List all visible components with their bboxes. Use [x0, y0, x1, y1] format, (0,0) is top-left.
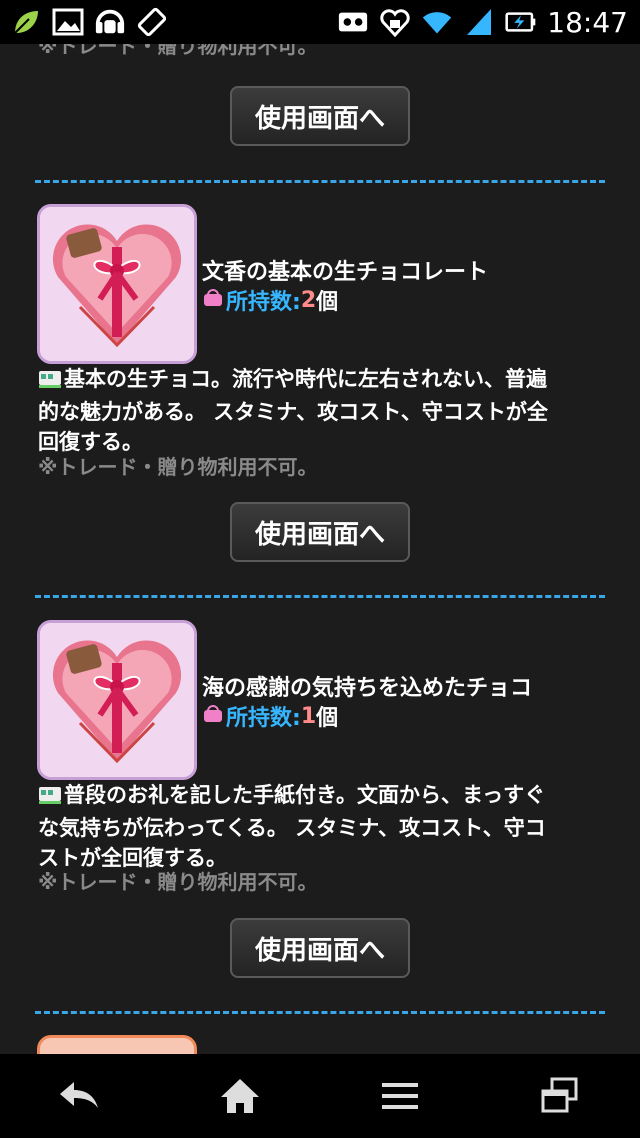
- status-bar: 18:47: [0, 0, 640, 44]
- home-button[interactable]: [200, 1066, 280, 1126]
- recent-apps-icon: [541, 1077, 578, 1113]
- leaf-icon: [10, 6, 42, 38]
- train-icon: [38, 367, 62, 397]
- use-screen-button[interactable]: 使用画面へ: [230, 918, 410, 978]
- image-icon: [52, 6, 84, 38]
- chocolate-box-image[interactable]: [37, 204, 197, 364]
- use-screen-button[interactable]: 使用画面へ: [230, 502, 410, 562]
- item-note: ※トレード・贈り物利用不可。: [38, 455, 318, 479]
- navigation-bar: [0, 1054, 640, 1138]
- battery-charging-icon: [505, 6, 537, 38]
- owned-count: 所持数: 1 個: [202, 700, 338, 732]
- menu-icon: [382, 1083, 418, 1109]
- item-note: ※トレード・贈り物利用不可。: [38, 870, 318, 894]
- bag-icon: [202, 286, 224, 314]
- recent-apps-button[interactable]: [520, 1066, 600, 1126]
- wifi-icon: [421, 6, 453, 38]
- item-description: 基本の生チョコ。流行や時代に左右されない、普遍 的な魅力がある。 スタミナ、攻コ…: [38, 364, 608, 457]
- owned-number: 1: [300, 703, 317, 729]
- back-button[interactable]: [40, 1066, 120, 1126]
- owned-unit: 個: [316, 706, 339, 731]
- divider: [35, 595, 605, 598]
- item-name: 海の感謝の気持ちを込めたチョコ: [202, 676, 533, 701]
- screen-rotation-icon: [136, 6, 168, 38]
- next-item-image[interactable]: [37, 1035, 197, 1054]
- owned-count: 所持数: 2 個: [202, 284, 338, 316]
- description-line: 基本の生チョコ。流行や時代に左右されない、普遍: [64, 367, 547, 391]
- owned-number: 2: [300, 287, 317, 313]
- train-icon: [38, 783, 62, 813]
- chocolate-box-image[interactable]: [37, 620, 197, 780]
- item-name: 文香の基本の生チョコレート: [202, 260, 489, 285]
- description-line: 的な魅力がある。 スタミナ、攻コスト、守コストが全: [38, 400, 548, 424]
- home-icon: [221, 1079, 259, 1113]
- description-line: 普段のお礼を記した手紙付き。文面から、まっすぐ: [64, 783, 546, 807]
- divider: [35, 180, 605, 183]
- signal-icon: [463, 6, 495, 38]
- menu-button[interactable]: [360, 1066, 440, 1126]
- android-headphones-icon: [94, 6, 126, 38]
- item-card: 文香の基本の生チョコレート 所持数: 2 個 基本の生チョコ。流行や時代に左右さ…: [0, 204, 640, 504]
- voicemail-icon: [337, 6, 369, 38]
- owned-label: 所持数:: [226, 706, 301, 731]
- item-card: 海の感謝の気持ちを込めたチョコ 所持数: 1 個 普段のお礼を記した手紙付き。文…: [0, 620, 640, 920]
- owned-label: 所持数:: [226, 290, 301, 315]
- heart-icon: [379, 6, 411, 38]
- clock: 18:47: [547, 5, 628, 39]
- divider: [35, 1011, 605, 1014]
- description-line: な気持ちが伝わってくる。 スタミナ、攻コスト、守コ: [38, 816, 546, 840]
- owned-unit: 個: [316, 290, 339, 315]
- use-screen-button[interactable]: 使用画面へ: [230, 86, 410, 146]
- item-description: 普段のお礼を記した手紙付き。文面から、まっすぐ な気持ちが伝わってくる。 スタミ…: [38, 780, 608, 873]
- back-icon: [60, 1082, 98, 1108]
- item-list[interactable]: ※トレード・贈り物利用不可。 使用画面へ 文香の基本の生チョコレート 所持数:: [0, 44, 640, 1054]
- item-note: ※トレード・贈り物利用不可。: [38, 44, 318, 58]
- bag-icon: [202, 702, 224, 730]
